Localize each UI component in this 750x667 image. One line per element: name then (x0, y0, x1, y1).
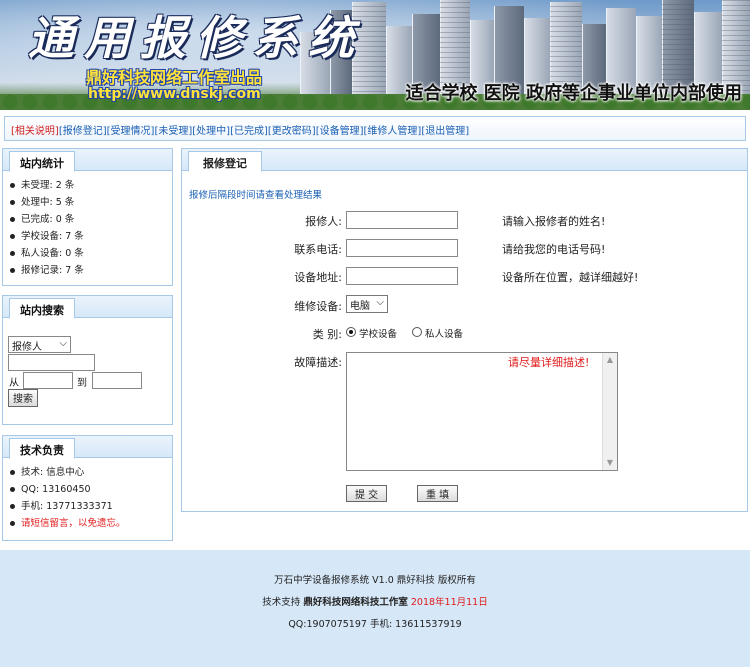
stats-item: 处理中: 5 条 (9, 194, 172, 211)
phone-hint: 请给我您的电话号码! (502, 243, 606, 256)
top-nav: [相关说明][报修登记][受理情况][未受理][处理中][已完成][更改密码][… (4, 116, 746, 141)
fault-scrollbar[interactable]: ▲ ▼ (602, 353, 617, 470)
header-banner: 通用报修系统 鼎好科技网络工作室出品 http://www.dnskj.com … (0, 0, 750, 110)
address-input[interactable] (346, 267, 458, 285)
nav-logout[interactable]: [退出管理] (421, 126, 469, 137)
phone-input[interactable] (346, 239, 458, 257)
search-panel-header: 站内搜索 (3, 296, 172, 319)
nav-register[interactable]: [报修登记] (59, 126, 107, 137)
nav-accepted[interactable]: [受理情况] (107, 126, 155, 137)
tech-item: 手机: 13771333371 (9, 498, 172, 515)
nav-unaccepted[interactable]: [未受理] (154, 126, 192, 137)
stats-panel-title: 站内统计 (9, 151, 75, 172)
tab-repair-register[interactable]: 报修登记 (188, 151, 262, 172)
search-button[interactable]: 搜索 (8, 389, 38, 407)
search-date-to-input[interactable] (92, 372, 142, 389)
repair-note: 报修后隔段时间请查看处理结果 (189, 190, 323, 201)
phone-label: 联系电话: (294, 243, 342, 256)
device-select-value: 电脑 (350, 301, 370, 312)
tech-panel-title: 技术负责 (9, 438, 75, 459)
nav-completed[interactable]: [已完成] (230, 126, 268, 137)
reporter-label: 报修人: (305, 215, 342, 228)
device-select[interactable]: 电脑 ⌵ (346, 295, 388, 313)
tech-list: 技术: 信息中心 QQ: 13160450 手机: 13771333371 请短… (3, 458, 172, 532)
search-from-label: 从 (9, 378, 19, 389)
reporter-hint: 请输入报修者的姓名! (502, 215, 606, 228)
fault-description-textarea[interactable]: 请尽量详细描述! ▲ ▼ (346, 352, 618, 471)
type-radio-school[interactable] (346, 327, 356, 337)
fault-label: 故障描述: (294, 356, 342, 369)
submit-button[interactable]: 提 交 (346, 485, 388, 502)
search-to-label: 到 (77, 378, 87, 389)
scroll-down-icon[interactable]: ▼ (603, 456, 617, 470)
reset-button[interactable]: 重 填 (417, 485, 459, 502)
chevron-down-icon: ⌵ (59, 338, 67, 349)
footer-copyright: 万石中学设备报修系统 V1.0 鼎好科技 版权所有 (274, 575, 476, 586)
search-field-select[interactable]: 报修人 ⌵ (8, 336, 71, 353)
address-hint: 设备所在位置，越详细越好! (502, 271, 639, 284)
address-label: 设备地址: (294, 271, 342, 284)
banner-studio: 鼎好科技网络工作室出品 (86, 68, 263, 87)
footer-date: 2018年11月11日 (410, 597, 488, 608)
stats-item: 报修记录: 7 条 (9, 262, 172, 279)
chevron-down-icon: ⌵ (376, 297, 384, 308)
repair-form-panel: 报修登记 报修后隔段时间请查看处理结果 报修人: 请输入报修者的姓名! 联系电话… (181, 148, 748, 512)
type-radio-private-label: 私人设备 (425, 329, 464, 340)
stats-panel-header: 站内统计 (3, 149, 172, 172)
scroll-up-icon[interactable]: ▲ (603, 353, 617, 367)
nav-device-manage[interactable]: [设备管理] (316, 126, 364, 137)
banner-logo-title: 通用报修系统 (28, 11, 364, 65)
fault-hint: 请尽量详细描述! (508, 356, 590, 369)
stats-item: 学校设备: 7 条 (9, 228, 172, 245)
nav-about[interactable]: [相关说明] (11, 126, 59, 137)
type-label: 类 别: (312, 328, 342, 341)
stats-item: 已完成: 0 条 (9, 211, 172, 228)
search-field-value: 报修人 (12, 342, 42, 353)
tech-panel-header: 技术负责 (3, 436, 172, 459)
footer-support-name: 鼎好科技网络科技工作室 (303, 597, 408, 608)
nav-repairer-manage[interactable]: [维修人管理] (364, 126, 422, 137)
tech-item: QQ: 13160450 (9, 481, 172, 498)
reporter-input[interactable] (346, 211, 458, 229)
nav-change-password[interactable]: [更改密码] (268, 126, 316, 137)
type-radio-school-label: 学校设备 (359, 329, 398, 340)
tech-warning: 请短信留言，以免遗忘。 (9, 515, 172, 532)
banner-url: http://www.dnskj.com (88, 86, 261, 102)
search-panel: 站内搜索 报修人 ⌵ 从 到 搜索 (2, 295, 173, 425)
footer-contact: QQ:1907075197 手机: 13611537919 (288, 619, 462, 630)
stats-panel: 站内统计 未受理: 2 条 处理中: 5 条 已完成: 0 条 学校设备: 7 … (2, 148, 173, 286)
footer-support: 技术支持 鼎好科技网络科技工作室 2018年11月11日 (0, 594, 750, 608)
stats-item: 私人设备: 0 条 (9, 245, 172, 262)
banner-slogan: 适合学校 医院 政府等企事业单位内部使用 (405, 83, 742, 104)
stats-list: 未受理: 2 条 处理中: 5 条 已完成: 0 条 学校设备: 7 条 私人设… (3, 171, 172, 279)
stats-item: 未受理: 2 条 (9, 177, 172, 194)
type-radio-private[interactable] (412, 327, 422, 337)
repair-form-header: 报修登记 (182, 149, 747, 172)
tech-panel: 技术负责 技术: 信息中心 QQ: 13160450 手机: 137713333… (2, 435, 173, 541)
search-date-from-input[interactable] (23, 372, 73, 389)
tech-item: 技术: 信息中心 (9, 464, 172, 481)
device-label: 维修设备: (294, 300, 342, 313)
footer-support-label: 技术支持 (262, 597, 301, 608)
search-keyword-input[interactable] (8, 354, 95, 371)
nav-processing[interactable]: [处理中] (192, 126, 230, 137)
page-footer: 万石中学设备报修系统 V1.0 鼎好科技 版权所有 技术支持 鼎好科技网络科技工… (0, 550, 750, 667)
search-panel-title: 站内搜索 (9, 298, 75, 319)
